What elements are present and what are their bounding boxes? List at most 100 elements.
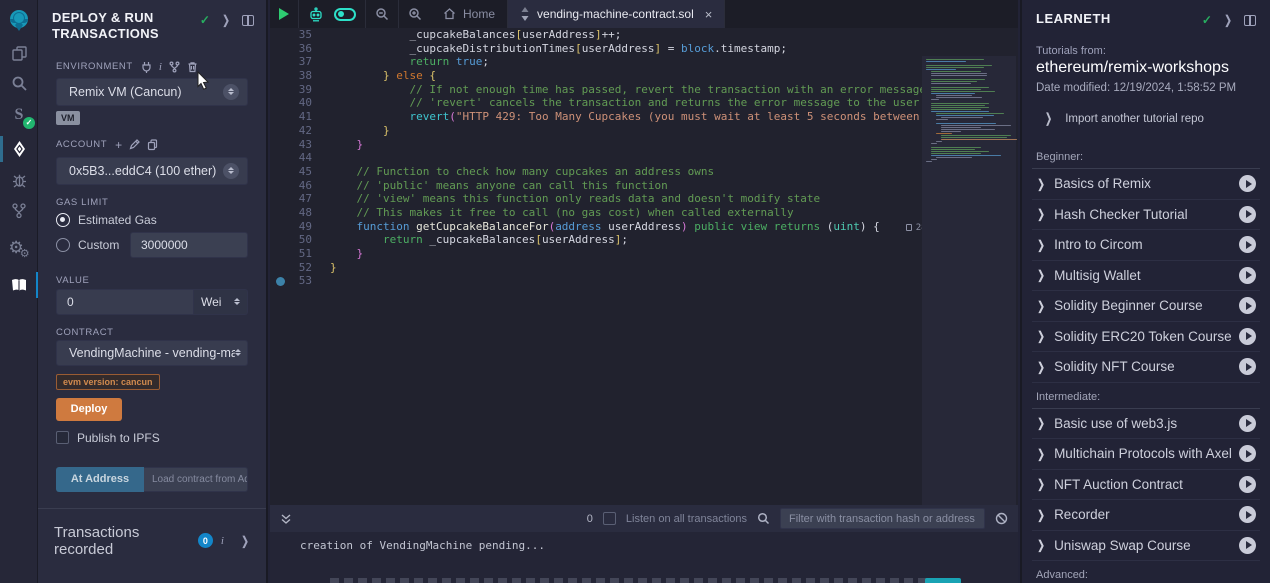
start-tutorial-play-icon[interactable] xyxy=(1239,175,1256,192)
environment-select[interactable]: Remix VM (Cancun) xyxy=(56,78,248,106)
tutorial-item[interactable]: ❭Multichain Protocols with Axelar xyxy=(1032,439,1260,470)
tutorial-expand-icon[interactable]: ❭ xyxy=(1036,299,1046,313)
tutorial-item[interactable]: ❭Solidity ERC20 Token Course xyxy=(1032,322,1260,353)
code-line[interactable]: 50 return _cupcakeBalances[userAddress]; xyxy=(270,233,1018,247)
at-address-button[interactable]: At Address xyxy=(56,467,144,492)
environment-select-arrows-icon[interactable] xyxy=(223,84,239,100)
start-tutorial-play-icon[interactable] xyxy=(1239,415,1256,432)
pin-panel-icon[interactable] xyxy=(242,15,254,26)
run-script-button[interactable] xyxy=(270,0,299,28)
code-editor[interactable]: 35 _cupcakeBalances[userAddress]++;36 _c… xyxy=(270,28,1018,505)
tutorial-expand-icon[interactable]: ❭ xyxy=(1036,416,1046,430)
transactions-expand-icon[interactable]: ❭ xyxy=(240,534,250,548)
solidity-compiler-icon[interactable]: S ✓ xyxy=(0,100,38,130)
tutorial-expand-icon[interactable]: ❭ xyxy=(1036,508,1046,522)
estimated-gas-radio[interactable] xyxy=(56,213,70,227)
learneth-pin-icon[interactable] xyxy=(1244,15,1256,26)
terminal-output[interactable]: creation of VendingMachine pending... xyxy=(270,532,1018,583)
fork-environment-icon[interactable] xyxy=(169,61,180,73)
copilot-toggle[interactable] xyxy=(334,8,356,21)
code-line[interactable]: 44 xyxy=(270,151,1018,165)
custom-gas-radio[interactable] xyxy=(56,238,70,252)
tutorial-expand-icon[interactable]: ❭ xyxy=(1036,538,1046,552)
code-line[interactable]: 39 // If not enough time has passed, rev… xyxy=(270,83,1018,97)
code-line[interactable]: 52} xyxy=(270,261,1018,275)
debug-button-partial[interactable] xyxy=(925,578,961,583)
code-line[interactable]: 53 xyxy=(270,274,1018,288)
tutorial-expand-icon[interactable]: ❭ xyxy=(1036,447,1046,461)
tutorial-item[interactable]: ❭Uniswap Swap Course xyxy=(1032,531,1260,562)
transactions-recorded-row[interactable]: Transactions recorded 0 i ❭ xyxy=(38,508,266,573)
publish-ipfs-checkbox[interactable] xyxy=(56,431,69,444)
code-line[interactable]: 42 } xyxy=(270,124,1018,138)
value-unit-select[interactable]: Wei xyxy=(194,289,248,315)
minimap[interactable] xyxy=(922,56,1016,533)
code-line[interactable]: 41 revert("HTTP 429: Too Many Cupcakes (… xyxy=(270,110,1018,124)
listen-all-transactions-checkbox[interactable] xyxy=(603,512,616,525)
contract-select[interactable]: VendingMachine - vending-machin xyxy=(56,340,248,366)
search-icon[interactable] xyxy=(0,68,38,98)
tutorial-expand-icon[interactable]: ❭ xyxy=(1036,477,1046,491)
gutter-marker-icon[interactable] xyxy=(276,277,285,286)
code-line[interactable]: 43 } xyxy=(270,138,1018,152)
source-control-icon[interactable] xyxy=(0,195,38,225)
code-line[interactable]: 48 // This makes it free to call (no gas… xyxy=(270,206,1018,220)
import-tutorial-repo[interactable]: ❭ Import another tutorial repo xyxy=(1022,94,1270,125)
tutorial-item[interactable]: ❭Hash Checker Tutorial xyxy=(1032,200,1260,231)
value-input[interactable]: 0 xyxy=(56,289,194,315)
start-tutorial-play-icon[interactable] xyxy=(1239,206,1256,223)
add-account-icon[interactable]: + xyxy=(115,138,122,152)
file-explorer-icon[interactable] xyxy=(0,38,38,68)
start-tutorial-play-icon[interactable] xyxy=(1239,445,1256,462)
sign-message-icon[interactable] xyxy=(129,139,140,150)
learneth-plugin-icon[interactable] xyxy=(0,270,38,300)
chevron-right-icon[interactable]: ❭ xyxy=(221,13,231,27)
learneth-chevron-icon[interactable]: ❭ xyxy=(1223,13,1233,27)
start-tutorial-play-icon[interactable] xyxy=(1239,236,1256,253)
debugger-icon[interactable] xyxy=(0,165,38,195)
environment-info-icon[interactable]: i xyxy=(159,61,162,73)
deploy-run-icon[interactable] xyxy=(0,134,38,164)
code-line[interactable]: 35 _cupcakeBalances[userAddress]++; xyxy=(270,28,1018,42)
clear-console-icon[interactable] xyxy=(995,512,1008,525)
start-tutorial-play-icon[interactable] xyxy=(1239,506,1256,523)
tab-home[interactable]: Home xyxy=(431,0,508,28)
tutorial-expand-icon[interactable]: ❭ xyxy=(1036,360,1046,374)
start-tutorial-play-icon[interactable] xyxy=(1239,537,1256,554)
tutorial-expand-icon[interactable]: ❭ xyxy=(1036,207,1046,221)
copy-account-icon[interactable] xyxy=(147,139,158,151)
code-line[interactable]: 36 _cupcakeDistributionTimes[userAddress… xyxy=(270,42,1018,56)
zoom-in-button[interactable] xyxy=(399,0,431,28)
close-tab-icon[interactable]: × xyxy=(705,7,713,22)
tutorial-item[interactable]: ❭Intro to Circom xyxy=(1032,230,1260,261)
code-line[interactable]: 38 } else { xyxy=(270,69,1018,83)
settings-icon[interactable]: ⚙⚙ xyxy=(0,230,38,266)
tutorial-item[interactable]: ❭Recorder xyxy=(1032,500,1260,531)
tutorial-item[interactable]: ❭NFT Auction Contract xyxy=(1032,470,1260,501)
custom-gas-input[interactable]: 3000000 xyxy=(130,232,248,258)
account-select[interactable]: 0x5B3...eddC4 (100 ether) xyxy=(56,157,248,185)
at-address-input[interactable]: Load contract from Addres xyxy=(144,467,248,492)
transactions-info-icon[interactable]: i xyxy=(221,535,224,547)
code-line[interactable]: 45 // Function to check how many cupcake… xyxy=(270,165,1018,179)
tutorial-expand-icon[interactable]: ❭ xyxy=(1036,329,1046,343)
terminal-search-icon[interactable] xyxy=(757,512,770,525)
tutorial-item[interactable]: ❭Solidity NFT Course xyxy=(1032,352,1260,383)
estimated-gas-option[interactable]: Estimated Gas xyxy=(56,213,248,227)
toggle-terminal-icon[interactable] xyxy=(280,513,292,525)
tab-vending-machine-contract[interactable]: vending-machine-contract.sol × xyxy=(508,0,725,28)
ai-copilot-controls[interactable] xyxy=(299,0,366,28)
account-select-arrows-icon[interactable] xyxy=(223,163,239,179)
code-line[interactable]: 40 // 'revert' cancels the transaction a… xyxy=(270,96,1018,110)
code-line[interactable]: 37 return true; xyxy=(270,55,1018,69)
tutorial-item[interactable]: ❭Basics of Remix xyxy=(1032,169,1260,200)
code-line[interactable]: 49 function getCupcakeBalanceFor(address… xyxy=(270,220,1018,234)
custom-gas-option[interactable]: Custom 3000000 xyxy=(56,232,248,258)
remix-logo-icon[interactable] xyxy=(0,6,38,34)
tutorial-item[interactable]: ❭Solidity Beginner Course xyxy=(1032,291,1260,322)
start-tutorial-play-icon[interactable] xyxy=(1239,476,1256,493)
start-tutorial-play-icon[interactable] xyxy=(1239,358,1256,375)
plug-icon[interactable] xyxy=(141,61,152,73)
code-line[interactable]: 51 } xyxy=(270,247,1018,261)
start-tutorial-play-icon[interactable] xyxy=(1239,328,1256,345)
